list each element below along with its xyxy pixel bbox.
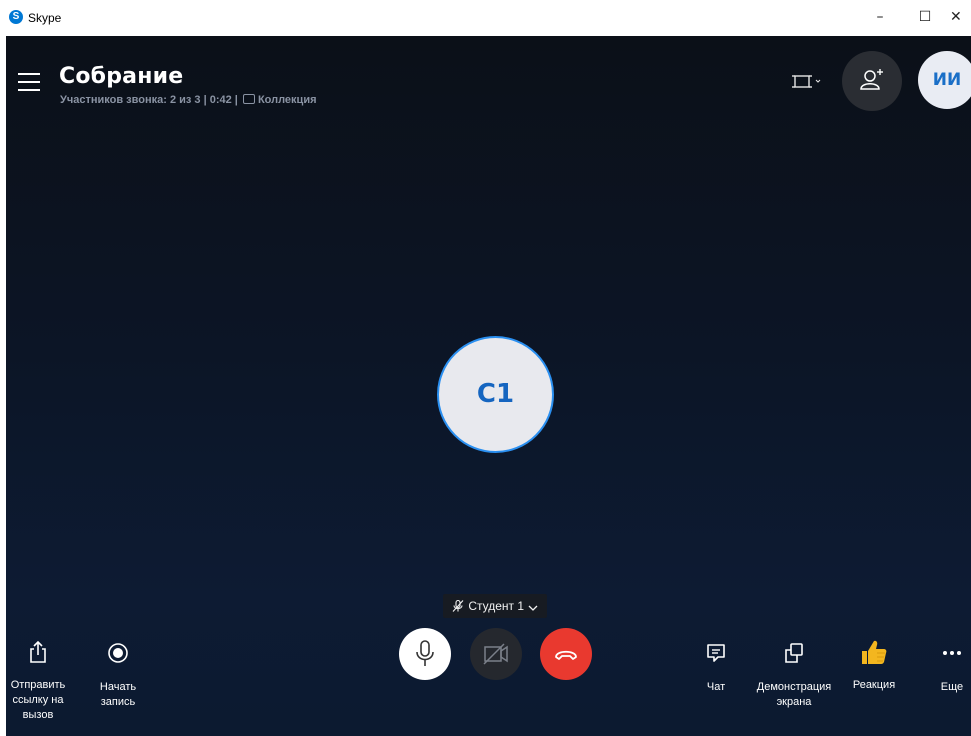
screen-share-icon — [785, 643, 803, 663]
microphone-muted-icon — [452, 599, 464, 612]
screen-share-label-1: Демонстрация — [756, 681, 832, 693]
hamburger-menu-icon[interactable] — [18, 73, 40, 91]
title-bar: S Skype – ☐ ✕ — [0, 0, 971, 36]
start-recording-button[interactable]: Начать запись — [88, 642, 148, 710]
skype-logo-icon: S — [9, 10, 23, 24]
share-icon — [30, 640, 46, 663]
share-link-button[interactable]: Отправить ссылку на вызов — [6, 640, 70, 723]
participant-name: Студент 1 — [468, 599, 525, 613]
reaction-label: Реакция — [852, 679, 896, 691]
more-button[interactable]: Еще — [932, 642, 971, 695]
close-icon: ✕ — [950, 9, 962, 25]
share-link-label-1: Отправить — [10, 679, 66, 691]
participant-avatar: С1 — [437, 336, 554, 453]
chevron-down-icon — [528, 605, 538, 611]
record-label-1: Начать — [99, 681, 137, 693]
close-button[interactable]: ✕ — [950, 6, 971, 28]
chevron-down-icon — [815, 79, 821, 83]
layout-button[interactable] — [791, 71, 825, 93]
screen-share-label-2: экрана — [776, 696, 812, 708]
call-title: Собрание — [59, 64, 184, 89]
call-stage: Собрание Участников звонка: 2 из 3 | 0:4… — [6, 36, 971, 736]
camera-off-icon — [483, 643, 508, 665]
minimize-button[interactable]: – — [865, 6, 895, 28]
participant-name-tag[interactable]: Студент 1 — [443, 594, 548, 618]
minimize-icon: – — [876, 9, 884, 25]
add-participant-button[interactable] — [842, 51, 902, 111]
collection-icon — [242, 94, 255, 104]
chat-label: Чат — [706, 681, 726, 693]
more-label: Еще — [940, 681, 964, 693]
self-avatar[interactable]: ИИ — [918, 51, 971, 109]
maximize-button[interactable]: ☐ — [910, 6, 940, 28]
screen-share-button[interactable]: Демонстрация экрана — [748, 642, 840, 710]
app-title: Skype — [28, 11, 62, 25]
maximize-icon: ☐ — [918, 9, 932, 25]
chat-button[interactable]: Чат — [694, 642, 738, 695]
more-icon — [943, 651, 961, 655]
record-icon — [108, 643, 128, 663]
record-label-2: запись — [100, 696, 136, 708]
share-link-label-2: ссылку на — [12, 694, 64, 706]
call-meta: Участников звонка: 2 из 3 | 0:42 | Колле… — [60, 94, 317, 106]
reaction-button[interactable]: Реакция — [844, 638, 904, 693]
add-person-icon — [860, 69, 883, 90]
microphone-button[interactable] — [399, 628, 451, 680]
layout-icon — [792, 75, 821, 88]
share-link-label-3: вызов — [22, 709, 54, 721]
thumbs-up-icon — [862, 640, 887, 664]
collection-link[interactable]: Коллекция — [258, 94, 317, 106]
camera-button[interactable] — [470, 628, 522, 680]
participants-info: Участников звонка: 2 из 3 | 0:42 | — [60, 94, 238, 106]
microphone-icon — [416, 640, 434, 666]
hangup-icon — [555, 650, 577, 660]
chat-icon — [707, 644, 725, 662]
hangup-button[interactable] — [540, 628, 592, 680]
